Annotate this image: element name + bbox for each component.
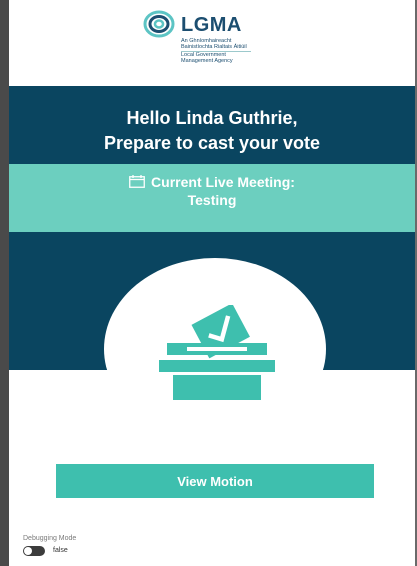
irish-name-line2: Bainistíochta Rialtais Áitiúil: [181, 44, 247, 50]
english-name-line2: Management Agency: [181, 58, 233, 64]
window-left-border: [0, 0, 9, 566]
calendar-icon: [129, 175, 145, 188]
view-motion-button[interactable]: View Motion: [56, 464, 374, 498]
lgma-logo: LGMA An Ghníomhaireacht Bainistíochta Ri…: [143, 8, 263, 66]
lgma-swirl-icon: [143, 10, 175, 38]
ballot-box-icon: [159, 305, 275, 400]
debugging-mode-value: false: [53, 547, 68, 554]
meeting-label-text: Current Live Meeting:: [151, 174, 295, 190]
meeting-name: Testing: [187, 192, 237, 208]
brand-name: LGMA: [181, 14, 242, 36]
greeting: Hello Linda Guthrie, Prepare to cast you…: [9, 106, 415, 156]
debugging-mode-toggle[interactable]: [23, 546, 45, 556]
toggle-knob: [24, 547, 32, 555]
greeting-line1: Hello Linda Guthrie,: [126, 108, 298, 128]
greeting-line2: Prepare to cast your vote: [103, 133, 321, 153]
debugging-mode-label: Debugging Mode: [23, 535, 77, 542]
voting-app: LGMA An Ghníomhaireacht Bainistíochta Ri…: [9, 0, 415, 566]
current-meeting-label: Current Live Meeting:: [9, 174, 415, 190]
